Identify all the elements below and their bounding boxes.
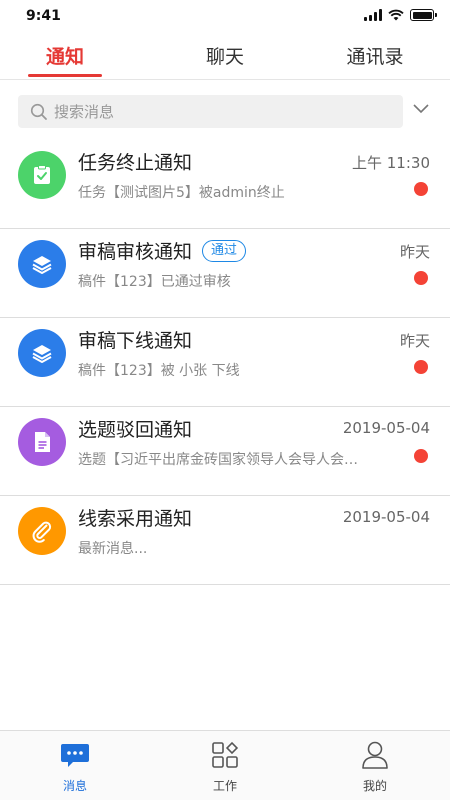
layers-icon [32,345,52,363]
unread-dot [414,449,428,463]
layers-icon [32,256,52,274]
nav-label: 工作 [212,779,237,793]
paperclip-icon [32,521,52,543]
unread-dot [414,360,428,374]
notification-avatar [18,151,66,199]
search-row [0,80,450,140]
unread-dot [414,271,428,285]
notification-avatar [18,418,66,466]
status-time: 9:41 [26,8,61,24]
notification-item-review-audit[interactable]: 审稿审核通知 通过 稿件【123】已通过审核 昨天 [0,229,450,318]
notification-title: 线索采用通知 [78,508,193,530]
search-icon [30,103,47,120]
message-icon [61,744,89,767]
apps-icon [212,741,239,768]
user-icon [362,741,388,769]
nav-label: 我的 [362,779,387,793]
notification-time: 昨天 [399,243,430,261]
notification-time: 上午 11:30 [352,154,430,172]
notification-time: 昨天 [399,332,430,350]
nav-item-work[interactable]: 工作 [185,739,265,794]
top-tab-bar: 通知 聊天 通讯录 [0,32,450,80]
status-bar: 9:41 [0,0,450,32]
nav-item-profile[interactable]: 我的 [335,739,415,794]
chevron-down-icon[interactable] [412,102,430,114]
tab-contacts[interactable]: 通讯录 [315,42,435,69]
notification-title: 审稿审核通知 通过 [78,237,247,264]
notification-avatar [18,329,66,377]
notification-title: 审稿下线通知 [78,330,193,352]
active-tab-indicator [28,74,102,77]
notification-subtitle: 稿件【123】被 小张 下线 [78,363,240,379]
clipboard-check-icon [34,165,50,184]
notification-subtitle: 最新消息... [78,541,148,557]
notification-avatar [18,507,66,555]
notification-title: 选题驳回通知 [78,419,193,441]
tab-chat[interactable]: 聊天 [165,42,285,69]
notification-avatar [18,240,66,288]
signal-icon [364,9,382,21]
notification-subtitle: 任务【测试图片5】被admin终止 [78,185,285,201]
notification-subtitle: 稿件【123】已通过审核 [78,274,231,290]
bottom-nav: 消息 工作 我的 [0,730,450,800]
notification-time: 2019-05-04 [342,419,430,437]
nav-item-messages[interactable]: 消息 [35,739,115,794]
status-badge: 通过 [202,239,247,262]
nav-label: 消息 [62,779,87,793]
notification-title: 任务终止通知 [78,152,193,174]
battery-icon [410,9,437,21]
notification-item-lead-adopted[interactable]: 线索采用通知 最新消息... 2019-05-04 [0,496,450,585]
notification-list: 任务终止通知 任务【测试图片5】被admin终止 上午 11:30 审稿审核通知… [0,140,450,585]
search-input[interactable] [54,102,374,121]
wifi-icon [388,9,404,21]
unread-dot [414,182,428,196]
search-box[interactable] [18,95,403,128]
status-icons [364,9,437,21]
tab-notifications[interactable]: 通知 [5,42,125,69]
document-icon [35,432,50,452]
notification-time: 2019-05-04 [342,508,430,526]
notification-item-task-terminated[interactable]: 任务终止通知 任务【测试图片5】被admin终止 上午 11:30 [0,140,450,229]
notification-subtitle: 选题【习近平出席金砖国家领导人会导人会… [78,452,358,468]
notification-item-review-offline[interactable]: 审稿下线通知 稿件【123】被 小张 下线 昨天 [0,318,450,407]
notification-item-topic-rejected[interactable]: 选题驳回通知 选题【习近平出席金砖国家领导人会导人会… 2019-05-04 [0,407,450,496]
